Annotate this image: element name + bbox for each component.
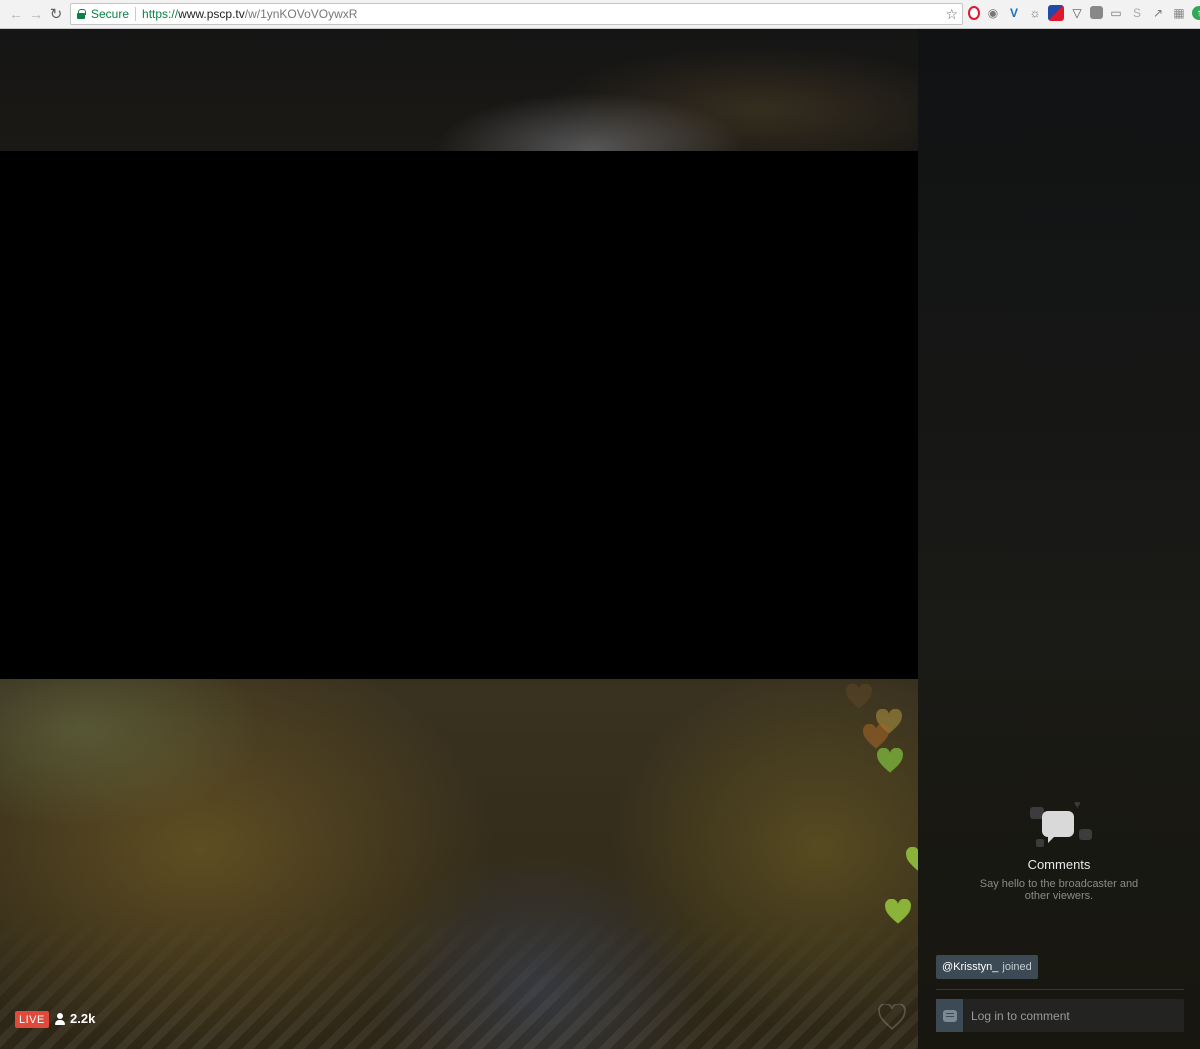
comments-empty-state: ♥ Comments Say hello to the broadcaster … <box>918 799 1200 902</box>
vimeo-extension-icon[interactable]: V <box>1006 5 1022 21</box>
address-bar[interactable]: Secure https:// www.pscp.tv /w/1ynKOVoVO… <box>70 3 963 25</box>
person-icon <box>55 1012 65 1025</box>
cast-icon[interactable]: ▭ <box>1108 5 1124 21</box>
comments-sidebar: ♥ Comments Say hello to the broadcaster … <box>918 29 1200 1049</box>
bookmark-star-icon[interactable]: ☆ <box>945 6 958 23</box>
flag-extension-icon[interactable] <box>1048 5 1064 21</box>
square-extension-icon[interactable] <box>1090 6 1103 19</box>
url-host: www.pscp.tv <box>178 7 245 21</box>
url-path: /w/1ynKOVoVOywxR <box>244 7 358 21</box>
video-blackout-region <box>0 151 918 679</box>
extensions-bar: ◉ V ☼ ▽ ▭ S ↗ ▦ ↑ <box>968 5 1200 21</box>
reload-icon[interactable]: ↻ <box>46 4 66 24</box>
comment-icon <box>942 1009 957 1022</box>
lock-icon <box>77 9 86 19</box>
comments-subtitle: Say hello to the broadcaster and other v… <box>979 878 1139 902</box>
puzzle-extension-icon[interactable]: ▦ <box>1171 5 1187 21</box>
bottom-stripes <box>0 909 918 1049</box>
headphones-extension-icon[interactable]: ☼ <box>1027 5 1043 21</box>
live-badge: LIVE <box>15 1011 49 1028</box>
pocket-extension-icon[interactable]: ▽ <box>1069 5 1085 21</box>
joined-text: joined <box>1002 961 1032 973</box>
broadcast-video[interactable]: LIVE 2.2k <box>0 29 918 1049</box>
comment-icon-wrap <box>936 999 963 1032</box>
chat-bubbles-icon: ♥ <box>1024 799 1094 851</box>
comment-login-input[interactable]: Log in to comment <box>936 999 1184 1032</box>
browser-toolbar: ← → ↻ Secure https:// www.pscp.tv /w/1yn… <box>0 0 1200 29</box>
joined-notification: @Krisstyn_ joined <box>936 955 1038 979</box>
joined-username[interactable]: @Krisstyn_ <box>942 961 998 973</box>
address-separator <box>135 7 137 21</box>
camera-extension-icon[interactable]: ◉ <box>985 5 1001 21</box>
heart-icon <box>846 684 872 709</box>
heart-icon <box>906 847 918 871</box>
opera-extension-icon[interactable] <box>968 6 980 20</box>
forward-arrow-icon[interactable]: → <box>26 4 46 24</box>
heart-icon[interactable] <box>878 1004 906 1030</box>
share-extension-icon[interactable]: ↗ <box>1150 5 1166 21</box>
comments-title: Comments <box>1027 857 1091 872</box>
heart-icon <box>863 724 889 749</box>
green-extension-icon[interactable]: ↑ <box>1192 6 1200 20</box>
heart-icon <box>877 748 903 773</box>
comment-placeholder: Log in to comment <box>971 1008 1070 1023</box>
url-scheme: https:// <box>142 7 179 21</box>
back-arrow-icon[interactable]: ← <box>6 4 26 24</box>
secure-label: Secure <box>91 7 130 21</box>
comments-divider <box>936 989 1184 990</box>
skype-extension-icon[interactable]: S <box>1129 5 1145 21</box>
viewer-count-group: 2.2k <box>55 1011 95 1026</box>
viewer-count: 2.2k <box>70 1011 96 1026</box>
heart-icon <box>885 899 911 924</box>
